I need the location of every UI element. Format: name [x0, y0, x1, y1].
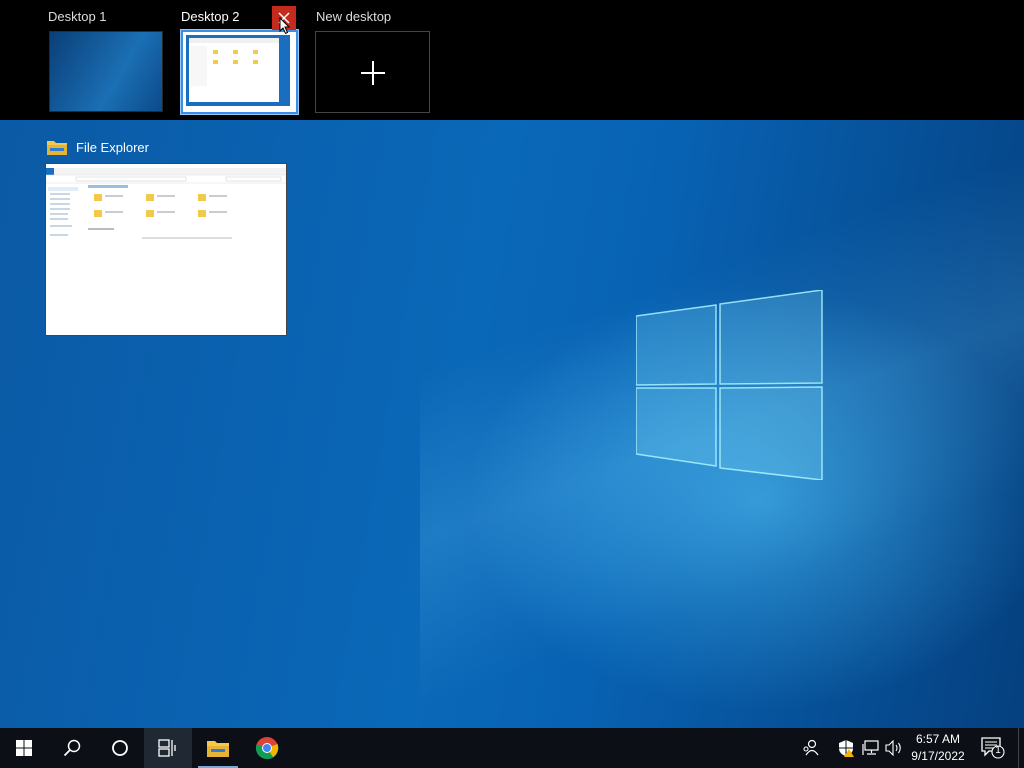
- explorer-preview-drawing: [45, 164, 287, 335]
- show-desktop-button[interactable]: [1018, 728, 1019, 768]
- cortana-button[interactable]: [96, 728, 144, 768]
- taskbar-file-explorer[interactable]: [194, 728, 242, 768]
- network-tray-button[interactable]: [861, 738, 881, 758]
- clock-date: 9/17/2022: [911, 749, 965, 763]
- plus-icon: [361, 61, 385, 85]
- new-desktop-button[interactable]: [315, 31, 430, 113]
- system-clock[interactable]: 6:57 AM 9/17/2022: [904, 731, 972, 765]
- network-icon: [862, 740, 879, 755]
- task-view-button[interactable]: [144, 728, 192, 768]
- file-explorer-thumbnail[interactable]: [45, 164, 287, 335]
- chrome-icon: [255, 737, 279, 760]
- folder-icon: [47, 141, 67, 155]
- desktop-2-preview-window: [189, 38, 279, 102]
- task-view-icon: [158, 739, 176, 757]
- desktop-1[interactable]: Desktop 1: [48, 8, 107, 26]
- taskbar: 6:57 AM 9/17/2022 1: [0, 728, 1024, 768]
- desktop-1-label: Desktop 1: [48, 9, 107, 24]
- window-card-header[interactable]: File Explorer: [46, 138, 149, 156]
- start-button[interactable]: [0, 728, 48, 768]
- desktop-2-label: Desktop 2: [181, 9, 240, 24]
- mini-explorer-preview: [189, 38, 279, 86]
- desktop-1-thumbnail[interactable]: [49, 31, 163, 112]
- people-button[interactable]: [801, 738, 821, 758]
- people-icon: [803, 739, 819, 756]
- clock-time: 6:57 AM: [915, 732, 961, 746]
- desktop-2[interactable]: Desktop 2: [181, 8, 240, 26]
- taskbar-chrome[interactable]: [243, 728, 291, 768]
- new-desktop-label: New desktop: [316, 9, 392, 24]
- windows-logo-wallpaper: [636, 290, 823, 480]
- search-button[interactable]: [48, 728, 96, 768]
- security-tray-button[interactable]: [836, 738, 856, 758]
- file-explorer-icon: [207, 741, 229, 757]
- notification-count: 1: [995, 745, 1001, 756]
- windows-start-icon: [16, 740, 32, 756]
- virtual-desktop-bar: Desktop 1 Desktop 2 New desktop: [0, 0, 1024, 120]
- mouse-cursor-icon: [279, 17, 291, 35]
- notification-icon: [981, 737, 1005, 759]
- new-desktop[interactable]: New desktop: [316, 8, 391, 26]
- cortana-icon: [112, 740, 128, 756]
- volume-tray-button[interactable]: [884, 738, 904, 758]
- search-icon: [63, 739, 81, 757]
- window-card-title: File Explorer: [76, 139, 149, 155]
- action-center-button[interactable]: 1: [980, 736, 1006, 765]
- volume-icon: [885, 740, 901, 756]
- shield-warning-icon: [839, 740, 854, 757]
- desktop-2-thumbnail[interactable]: [180, 29, 299, 115]
